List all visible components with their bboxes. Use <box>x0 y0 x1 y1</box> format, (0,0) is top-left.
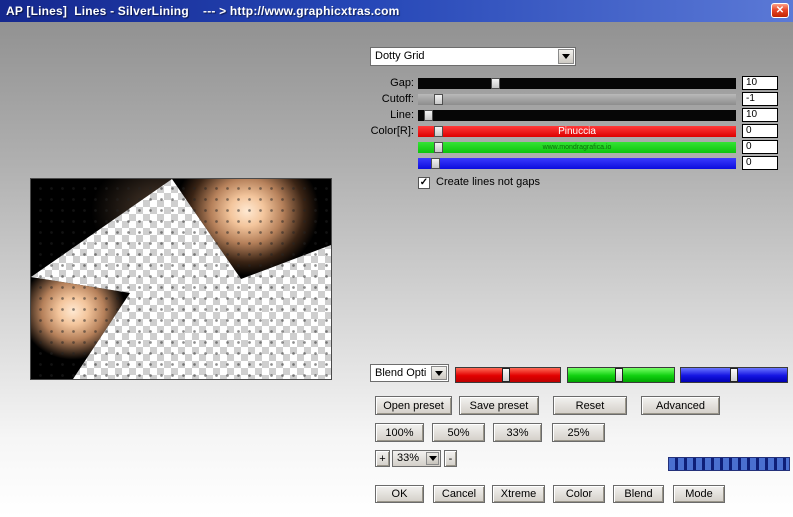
zoom-100-button[interactable]: 100% <box>375 423 424 442</box>
blend-options-value: Blend Opti <box>375 367 427 379</box>
create-lines-checkbox[interactable]: ✓ <box>418 177 430 189</box>
slider-color-blue-thumb[interactable] <box>430 158 440 169</box>
green-channel-thumb[interactable] <box>614 368 623 382</box>
slider-color-green-value[interactable]: 0 <box>742 140 778 154</box>
slider-color-red-thumb[interactable] <box>433 126 443 137</box>
xtreme-button[interactable]: Xtreme <box>492 485 545 503</box>
cancel-button[interactable]: Cancel <box>433 485 485 503</box>
blend-button[interactable]: Blend <box>613 485 664 503</box>
blend-options-dropdown-button[interactable] <box>431 366 447 380</box>
zoom-level-dropdown[interactable]: 33% <box>392 450 441 467</box>
check-icon: ✓ <box>419 177 429 188</box>
slider-label-gap: Gap: <box>390 77 414 89</box>
open-preset-button[interactable]: Open preset <box>375 396 452 415</box>
preset-dropdown[interactable]: Dotty Grid <box>370 47 576 66</box>
title-bar[interactable]: AP [Lines] Lines - SilverLining --- > ht… <box>0 0 793 22</box>
slider-cutoff-value[interactable]: -1 <box>742 92 778 106</box>
chevron-down-icon <box>435 370 443 376</box>
slider-gap-value[interactable]: 10 <box>742 76 778 90</box>
filter-preview <box>30 178 332 380</box>
blue-channel-slider[interactable] <box>680 367 788 383</box>
slider-label-line: Line: <box>390 109 414 121</box>
chevron-down-icon <box>562 54 570 59</box>
close-button[interactable]: ✕ <box>771 3 789 18</box>
slider-color-blue-value[interactable]: 0 <box>742 156 778 170</box>
slider-color-red[interactable]: Pinuccia <box>418 126 736 137</box>
green-channel-slider[interactable] <box>567 367 675 383</box>
blue-channel-thumb[interactable] <box>729 368 738 382</box>
slider-color-green[interactable]: www.mondragrafica.io <box>418 142 736 153</box>
zoom-50-button[interactable]: 50% <box>432 423 485 442</box>
save-preset-button[interactable]: Save preset <box>459 396 539 415</box>
slider-line[interactable] <box>418 110 736 121</box>
red-channel-thumb[interactable] <box>501 368 510 382</box>
preset-dropdown-button[interactable] <box>558 49 574 64</box>
blend-options-dropdown[interactable]: Blend Opti <box>370 364 449 382</box>
chevron-down-icon <box>428 456 437 461</box>
zoom-level-dropdown-button[interactable] <box>426 452 439 465</box>
advanced-button[interactable]: Advanced <box>641 396 720 415</box>
zoom-33-button[interactable]: 33% <box>493 423 542 442</box>
zoom-minus-button[interactable]: - <box>444 450 457 467</box>
slider-color-blue[interactable] <box>418 158 736 169</box>
slider-label-color-r: Color[R]: <box>370 125 414 137</box>
plugin-window: AP [Lines] Lines - SilverLining --- > ht… <box>0 0 793 517</box>
slider-line-thumb[interactable] <box>424 110 434 121</box>
preview-dot-grid <box>31 179 331 379</box>
reset-button[interactable]: Reset <box>553 396 627 415</box>
window-title: AP [Lines] Lines - SilverLining --- > ht… <box>6 4 400 18</box>
create-lines-label: Create lines not gaps <box>436 176 540 188</box>
slider-label-cutoff: Cutoff: <box>381 93 414 105</box>
slider-color-red-value[interactable]: 0 <box>742 124 778 138</box>
preset-dropdown-value: Dotty Grid <box>375 50 425 62</box>
color-button[interactable]: Color <box>553 485 605 503</box>
slider-gap-thumb[interactable] <box>491 78 501 89</box>
zoom-plus-button[interactable]: + <box>375 450 390 467</box>
zoom-level-value: 33% <box>397 452 420 464</box>
ok-button[interactable]: OK <box>375 485 424 503</box>
red-channel-slider[interactable] <box>455 367 561 383</box>
progress-meter <box>668 457 790 471</box>
close-icon: ✕ <box>775 5 785 16</box>
watermark-pinuccia: Pinuccia <box>558 126 596 137</box>
slider-line-value[interactable]: 10 <box>742 108 778 122</box>
mode-button[interactable]: Mode <box>673 485 725 503</box>
zoom-25-button[interactable]: 25% <box>552 423 605 442</box>
slider-cutoff[interactable] <box>418 94 736 105</box>
slider-color-green-thumb[interactable] <box>433 142 443 153</box>
watermark-url: www.mondragrafica.io <box>542 144 612 151</box>
slider-gap[interactable] <box>418 78 736 89</box>
slider-cutoff-thumb[interactable] <box>433 94 443 105</box>
